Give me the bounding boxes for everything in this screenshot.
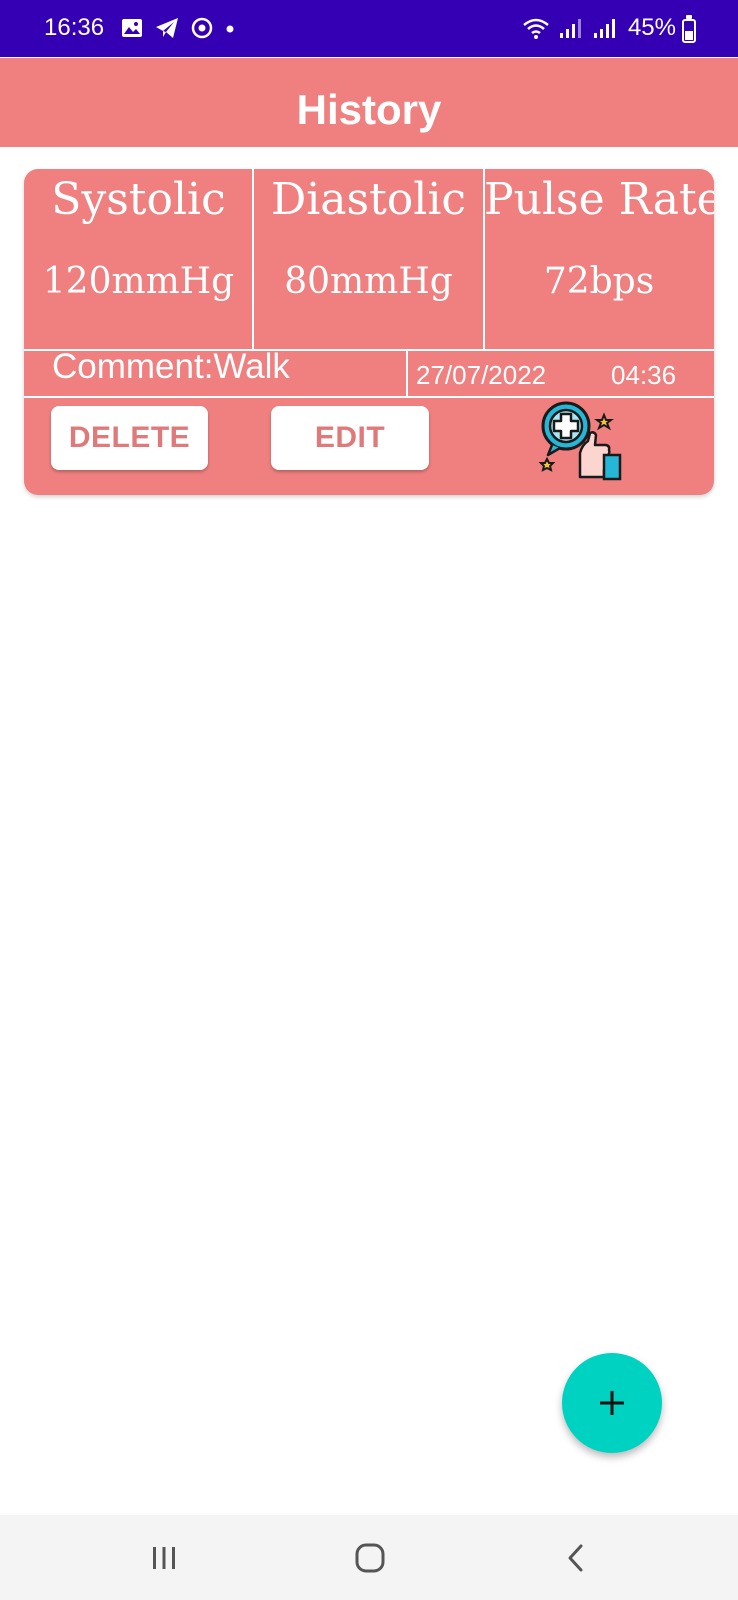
pulse-label: Pulse Rate (484, 174, 714, 225)
record-date: 27/07/2022 (416, 360, 547, 390)
signal-icon (594, 19, 615, 38)
recents-icon (153, 1546, 175, 1569)
health-thumbs-up-icon (538, 401, 622, 481)
recents-button[interactable] (104, 1515, 224, 1600)
back-icon (568, 1544, 583, 1571)
diastolic-cell: Diastolic 80mmHg (254, 169, 483, 349)
plus-icon (600, 1391, 624, 1415)
home-button[interactable] (310, 1515, 430, 1600)
battery-icon (682, 15, 696, 43)
wifi-icon (523, 18, 549, 39)
back-button[interactable] (516, 1515, 636, 1600)
record-time: 04:36 (611, 360, 677, 390)
signal-icon (560, 19, 581, 38)
systolic-cell: Systolic 120mmHg (24, 169, 253, 349)
divider (406, 349, 408, 397)
status-time: 16:36 (44, 14, 105, 41)
divider (24, 396, 714, 398)
page-title: History (296, 86, 442, 133)
system-nav-bar (0, 1515, 738, 1600)
notification-icons (120, 16, 236, 40)
pulse-cell: Pulse Rate 72bps (484, 169, 714, 349)
systolic-label: Systolic (51, 174, 226, 225)
comment-text: Comment:Walk (52, 347, 290, 386)
edit-button[interactable]: EDIT (271, 406, 429, 470)
connectivity-icons (522, 16, 618, 40)
app-bar: History (0, 57, 738, 147)
delete-button[interactable]: DELETE (51, 406, 208, 470)
divider (483, 169, 485, 349)
gallery-icon (122, 19, 142, 37)
record-card: Systolic 120mmHg Diastolic 80mmHg Pulse … (24, 169, 714, 495)
diastolic-value: 80mmHg (284, 261, 453, 302)
status-bar: 16:36 45% (0, 0, 738, 57)
diastolic-label: Diastolic (270, 174, 467, 225)
add-record-button[interactable] (562, 1353, 662, 1453)
divider (252, 169, 254, 349)
telegram-icon (156, 18, 178, 38)
systolic-value: 120mmHg (42, 261, 235, 302)
sync-icon (191, 17, 213, 39)
dot-icon (226, 25, 234, 33)
pulse-value: 72bps (543, 261, 655, 302)
battery-percent: 45% (627, 14, 676, 41)
home-icon (355, 1543, 385, 1572)
